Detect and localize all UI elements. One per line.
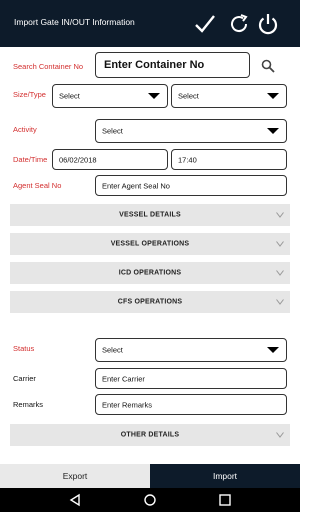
remarks-input[interactable]: Enter Remarks (95, 394, 287, 415)
section-title: OTHER DETAILS (120, 431, 180, 439)
remarks-placeholder: Enter Remarks (102, 400, 153, 409)
carrier-label: Carrier (13, 374, 36, 383)
section-title: CFS OPERATIONS (117, 298, 183, 306)
tab-import[interactable]: Import (150, 464, 300, 488)
tab-export[interactable]: Export (0, 464, 150, 488)
activity-label: Activity (13, 125, 37, 134)
recents-icon[interactable] (218, 493, 232, 507)
container-number-placeholder: Enter Container No (104, 59, 205, 71)
check-icon[interactable] (193, 12, 217, 36)
section-vessel-operations[interactable]: VESSEL OPERATIONS (10, 233, 290, 255)
section-other-details[interactable]: OTHER DETAILS (10, 424, 290, 446)
status-select[interactable]: Select (95, 338, 287, 362)
chevron-down-icon (276, 241, 284, 247)
time-value: 17:40 (178, 155, 197, 164)
bottom-tab-bar: Export Import (0, 464, 300, 488)
back-icon[interactable] (68, 493, 82, 507)
chevron-down-icon (276, 212, 284, 218)
date-field[interactable]: 06/02/2018 (52, 149, 168, 170)
section-cfs-operations[interactable]: CFS OPERATIONS (10, 291, 290, 313)
size-select-value: Select (59, 91, 80, 101)
app-bar: Import Gate IN/OUT Information (0, 0, 300, 47)
chevron-down-icon (276, 270, 284, 276)
chevron-down-icon (267, 347, 279, 353)
carrier-placeholder: Enter Carrier (102, 374, 145, 383)
size-type-label: Size/Type (13, 90, 46, 99)
date-value: 06/02/2018 (59, 155, 97, 164)
chevron-down-icon (267, 128, 279, 134)
power-icon[interactable] (256, 12, 280, 36)
chevron-down-icon (267, 93, 279, 99)
section-title: ICD OPERATIONS (118, 269, 182, 277)
activity-select[interactable]: Select (95, 119, 287, 143)
date-time-label: Date/Time (13, 155, 48, 164)
home-icon[interactable] (143, 493, 157, 507)
chevron-down-icon (276, 299, 284, 305)
remarks-label: Remarks (13, 400, 44, 409)
size-select[interactable]: Select (52, 84, 168, 108)
section-vessel-details[interactable]: VESSEL DETAILS (10, 204, 290, 226)
agent-seal-label: Agent Seal No (13, 181, 62, 190)
section-icd-operations[interactable]: ICD OPERATIONS (10, 262, 290, 284)
carrier-input[interactable]: Enter Carrier (95, 368, 287, 389)
refresh-icon[interactable] (227, 12, 251, 36)
search-icon[interactable] (261, 59, 275, 73)
container-number-input[interactable]: Enter Container No (95, 52, 250, 78)
agent-seal-placeholder: Enter Agent Seal No (102, 181, 170, 190)
section-title: VESSEL DETAILS (119, 211, 181, 219)
search-container-label: Search Container No (13, 62, 84, 71)
status-select-value: Select (102, 345, 123, 355)
activity-select-value: Select (102, 126, 123, 136)
system-nav-bar (0, 488, 300, 512)
type-select[interactable]: Select (171, 84, 287, 108)
status-label: Status (13, 344, 35, 353)
page-title: Import Gate IN/OUT Information (14, 17, 135, 27)
section-title: VESSEL OPERATIONS (110, 240, 190, 248)
type-select-value: Select (178, 91, 199, 101)
chevron-down-icon (276, 432, 284, 438)
agent-seal-input[interactable]: Enter Agent Seal No (95, 175, 287, 196)
time-field[interactable]: 17:40 (171, 149, 287, 170)
chevron-down-icon (148, 93, 160, 99)
